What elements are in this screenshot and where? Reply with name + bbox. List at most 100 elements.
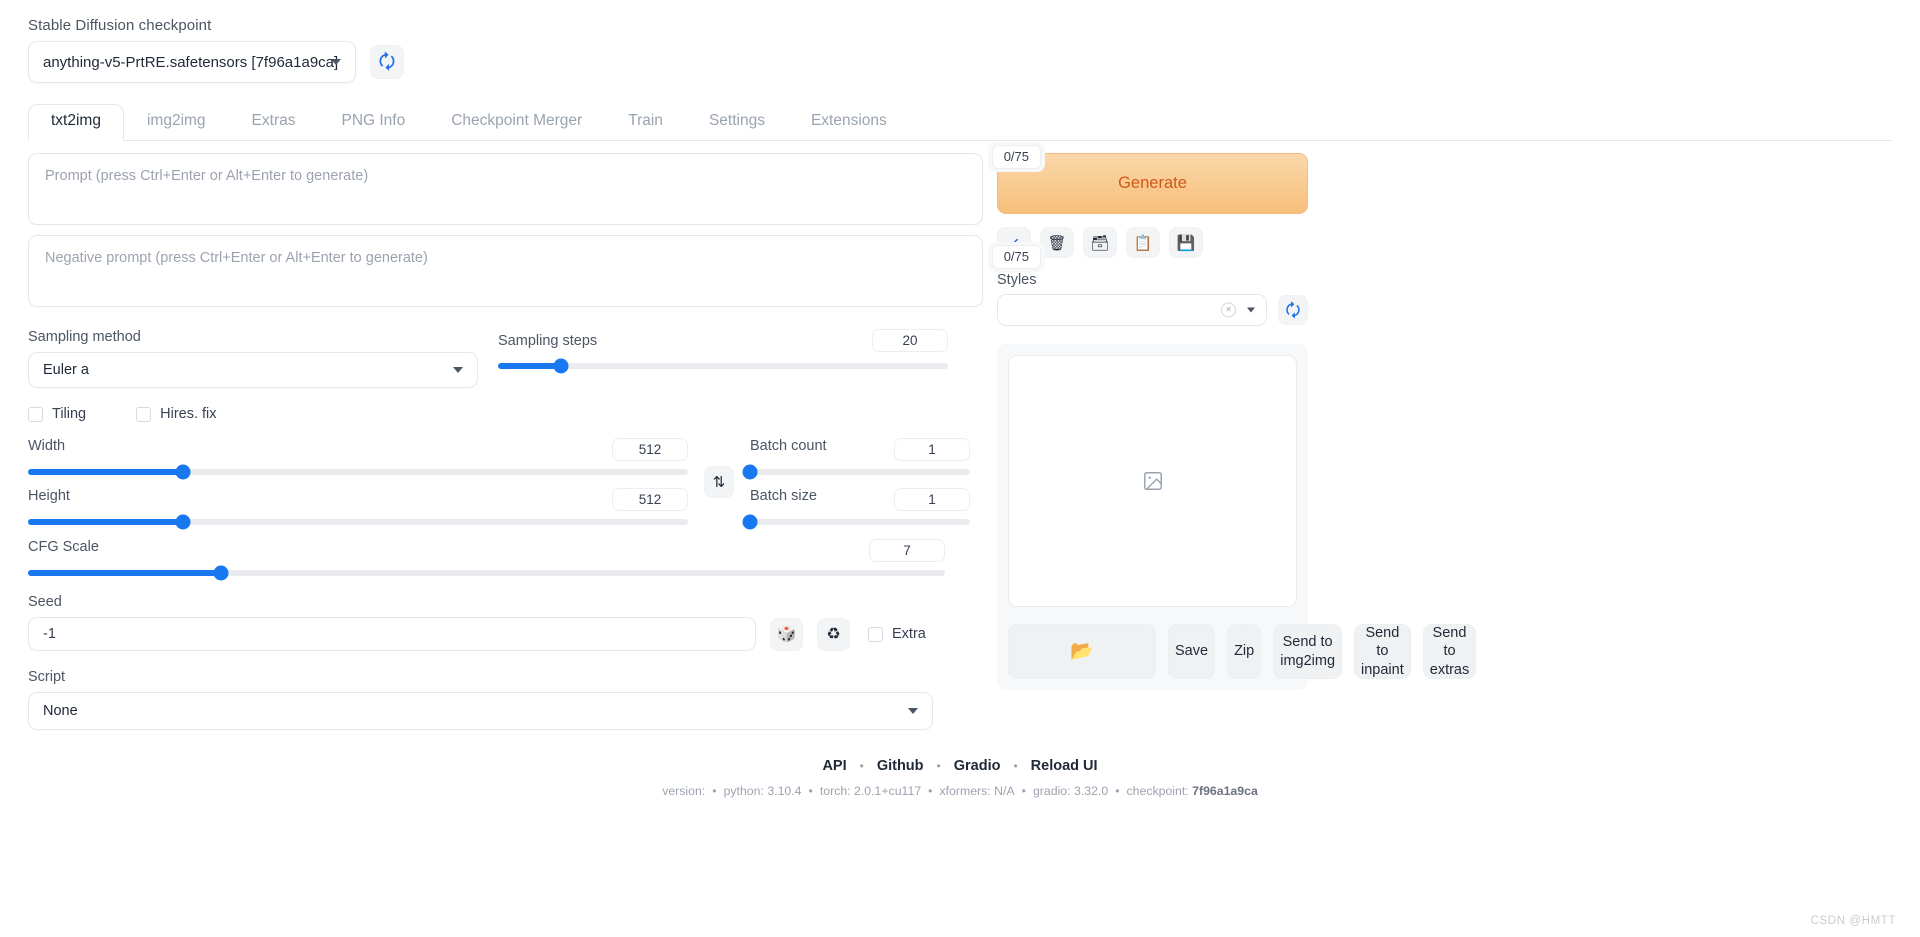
api-link[interactable]: API bbox=[822, 758, 846, 774]
slider-knob[interactable] bbox=[213, 565, 229, 581]
sampling-method-label: Sampling method bbox=[28, 329, 141, 345]
refresh-checkpoint-button[interactable]: 🗘 bbox=[370, 45, 404, 79]
open-folder-button[interactable]: 📂 bbox=[1008, 624, 1156, 679]
extra-networks-button[interactable]: 🗃 bbox=[1083, 227, 1117, 258]
extra-label: Extra bbox=[892, 626, 926, 642]
zip-button[interactable]: Zip bbox=[1227, 624, 1262, 679]
tab-extras[interactable]: Extras bbox=[229, 104, 319, 141]
refresh-styles-button[interactable]: 🗘 bbox=[1278, 295, 1308, 325]
cfg-head: CFG Scale 7 bbox=[28, 539, 945, 562]
clear-prompt-button[interactable]: 🗑 bbox=[1040, 227, 1074, 258]
batch-size-slider[interactable] bbox=[742, 514, 970, 530]
separator-dot: • bbox=[936, 759, 941, 773]
styles-label: Styles bbox=[997, 272, 1037, 288]
tab-img2img[interactable]: img2img bbox=[124, 104, 229, 141]
txt2img-panel: 0/75 Prompt (press Ctrl+Enter or Alt+Ent… bbox=[28, 141, 1892, 730]
script-select[interactable]: None bbox=[28, 692, 933, 730]
dice-icon: 🎲 bbox=[776, 626, 797, 643]
extra-seed-checkbox[interactable]: Extra bbox=[868, 626, 926, 642]
checkbox-box bbox=[28, 406, 43, 422]
batch-size-head: Batch size 1 bbox=[750, 488, 970, 511]
tab-checkpoint-merger[interactable]: Checkpoint Merger bbox=[428, 104, 605, 141]
gradio-val: 3.32.0 bbox=[1073, 784, 1109, 798]
refresh-icon: 🗘 bbox=[1285, 300, 1301, 320]
github-link[interactable]: Github bbox=[877, 758, 924, 774]
floppy-disk-icon: 💾 bbox=[1176, 234, 1196, 252]
send-to-extras-button[interactable]: Send to extras bbox=[1422, 624, 1477, 679]
positive-token-count: 0/75 bbox=[991, 145, 1041, 169]
cfg-slider[interactable] bbox=[28, 565, 945, 581]
height-slider[interactable] bbox=[28, 514, 688, 530]
sampling-steps-group: Sampling steps 20 bbox=[488, 329, 948, 422]
batch-count-head: Batch count 1 bbox=[750, 438, 970, 461]
gradio-key: gradio: bbox=[1032, 784, 1071, 798]
cfg-value[interactable]: 7 bbox=[869, 539, 945, 562]
chevron-down-icon bbox=[908, 708, 918, 714]
separator-dot: • bbox=[1013, 759, 1018, 773]
width-value[interactable]: 512 bbox=[612, 438, 688, 461]
sampling-method-group: Sampling method Euler a Tiling Hires. fi… bbox=[28, 329, 488, 422]
reuse-seed-button[interactable]: ♻ bbox=[817, 617, 850, 651]
apply-style-button[interactable]: 📋 bbox=[1126, 227, 1160, 258]
seed-group: Seed -1 🎲 ♻ Extra bbox=[28, 594, 983, 651]
prompt-input[interactable]: Prompt (press Ctrl+Enter or Alt+Enter to… bbox=[28, 153, 983, 225]
sampling-method-select[interactable]: Euler a bbox=[28, 352, 478, 388]
checkpoint-select[interactable]: anything-v5-PrtRE.safetensors [7f96a1a9c… bbox=[28, 41, 356, 83]
chevron-down-icon bbox=[331, 59, 341, 65]
slider-knob[interactable] bbox=[175, 464, 191, 480]
negative-prompt-input[interactable]: Negative prompt (press Ctrl+Enter or Alt… bbox=[28, 235, 983, 307]
swap-dimensions-button[interactable]: ⇅ bbox=[704, 465, 734, 498]
sampling-steps-label: Sampling steps bbox=[498, 332, 598, 349]
sampling-steps-slider[interactable] bbox=[498, 358, 948, 374]
slider-knob[interactable] bbox=[742, 464, 758, 480]
image-gallery[interactable] bbox=[1008, 355, 1297, 607]
sampling-steps-value[interactable]: 20 bbox=[872, 329, 948, 352]
separator-dot: • bbox=[928, 784, 933, 798]
generation-settings: Sampling method Euler a Tiling Hires. fi… bbox=[28, 329, 983, 730]
seed-row: -1 🎲 ♻ Extra bbox=[28, 617, 983, 651]
right-output-column: Generate ↙ 🗑 🗃 📋 💾 Styles bbox=[983, 153, 1477, 730]
checkpoint-value: anything-v5-PrtRE.safetensors [7f96a1a9c… bbox=[43, 53, 339, 71]
batch-count-slider[interactable] bbox=[742, 464, 970, 480]
separator-dot: • bbox=[712, 784, 717, 798]
gradio-link[interactable]: Gradio bbox=[954, 758, 1001, 774]
random-seed-button[interactable]: 🎲 bbox=[770, 617, 803, 651]
tab-settings[interactable]: Settings bbox=[686, 104, 788, 141]
save-button[interactable]: Save bbox=[1168, 624, 1216, 679]
tab-train[interactable]: Train bbox=[605, 104, 686, 141]
tab-extensions[interactable]: Extensions bbox=[788, 104, 910, 141]
positive-token-counter: 0/75 bbox=[987, 142, 1045, 172]
tiling-checkbox[interactable]: Tiling bbox=[28, 406, 86, 422]
stable-diffusion-webui: Stable Diffusion checkpoint anything-v5-… bbox=[0, 0, 1920, 937]
batch-size-value[interactable]: 1 bbox=[894, 488, 970, 511]
footer: API • Github • Gradio • Reload UI versio… bbox=[28, 758, 1892, 798]
negative-token-counter: 0/75 bbox=[987, 242, 1045, 272]
close-icon[interactable]: × bbox=[1221, 302, 1236, 318]
slider-knob[interactable] bbox=[175, 514, 191, 530]
cfg-label: CFG Scale bbox=[28, 539, 99, 555]
height-value[interactable]: 512 bbox=[612, 488, 688, 511]
tab-txt2img[interactable]: txt2img bbox=[28, 104, 124, 141]
send-to-img2img-button[interactable]: Send to img2img bbox=[1273, 624, 1343, 679]
save-style-button[interactable]: 💾 bbox=[1169, 227, 1203, 258]
refresh-icon: 🗘 bbox=[378, 51, 396, 73]
slider-knob[interactable] bbox=[553, 358, 569, 374]
clipboard-icon: 📋 bbox=[1133, 234, 1153, 252]
batch-size-label: Batch size bbox=[750, 488, 817, 504]
checkpoint-hash: 7f96a1a9ca bbox=[1192, 784, 1258, 798]
output-panel: 📂 Save Zip Send to img2img Send to inpai… bbox=[997, 344, 1477, 690]
slider-knob[interactable] bbox=[742, 514, 758, 530]
seed-input[interactable]: -1 bbox=[28, 617, 756, 651]
dimensions-batch-block: Width 512 Height 512 ⇅ Batch count 1 Bat… bbox=[28, 438, 983, 530]
hires-fix-checkbox[interactable]: Hires. fix bbox=[136, 406, 217, 422]
tab-png-info[interactable]: PNG Info bbox=[318, 104, 428, 141]
width-slider[interactable] bbox=[28, 464, 688, 480]
width-head: Width 512 bbox=[28, 438, 688, 461]
reload-ui-link[interactable]: Reload UI bbox=[1031, 758, 1098, 774]
trash-icon: 🗑 bbox=[1047, 234, 1067, 252]
batch-count-value[interactable]: 1 bbox=[894, 438, 970, 461]
checkpoint-label: Stable Diffusion checkpoint bbox=[28, 17, 212, 34]
send-to-inpaint-button[interactable]: Send to inpaint bbox=[1354, 624, 1411, 679]
batch-count-label: Batch count bbox=[750, 438, 827, 454]
styles-select[interactable]: × bbox=[997, 294, 1267, 326]
